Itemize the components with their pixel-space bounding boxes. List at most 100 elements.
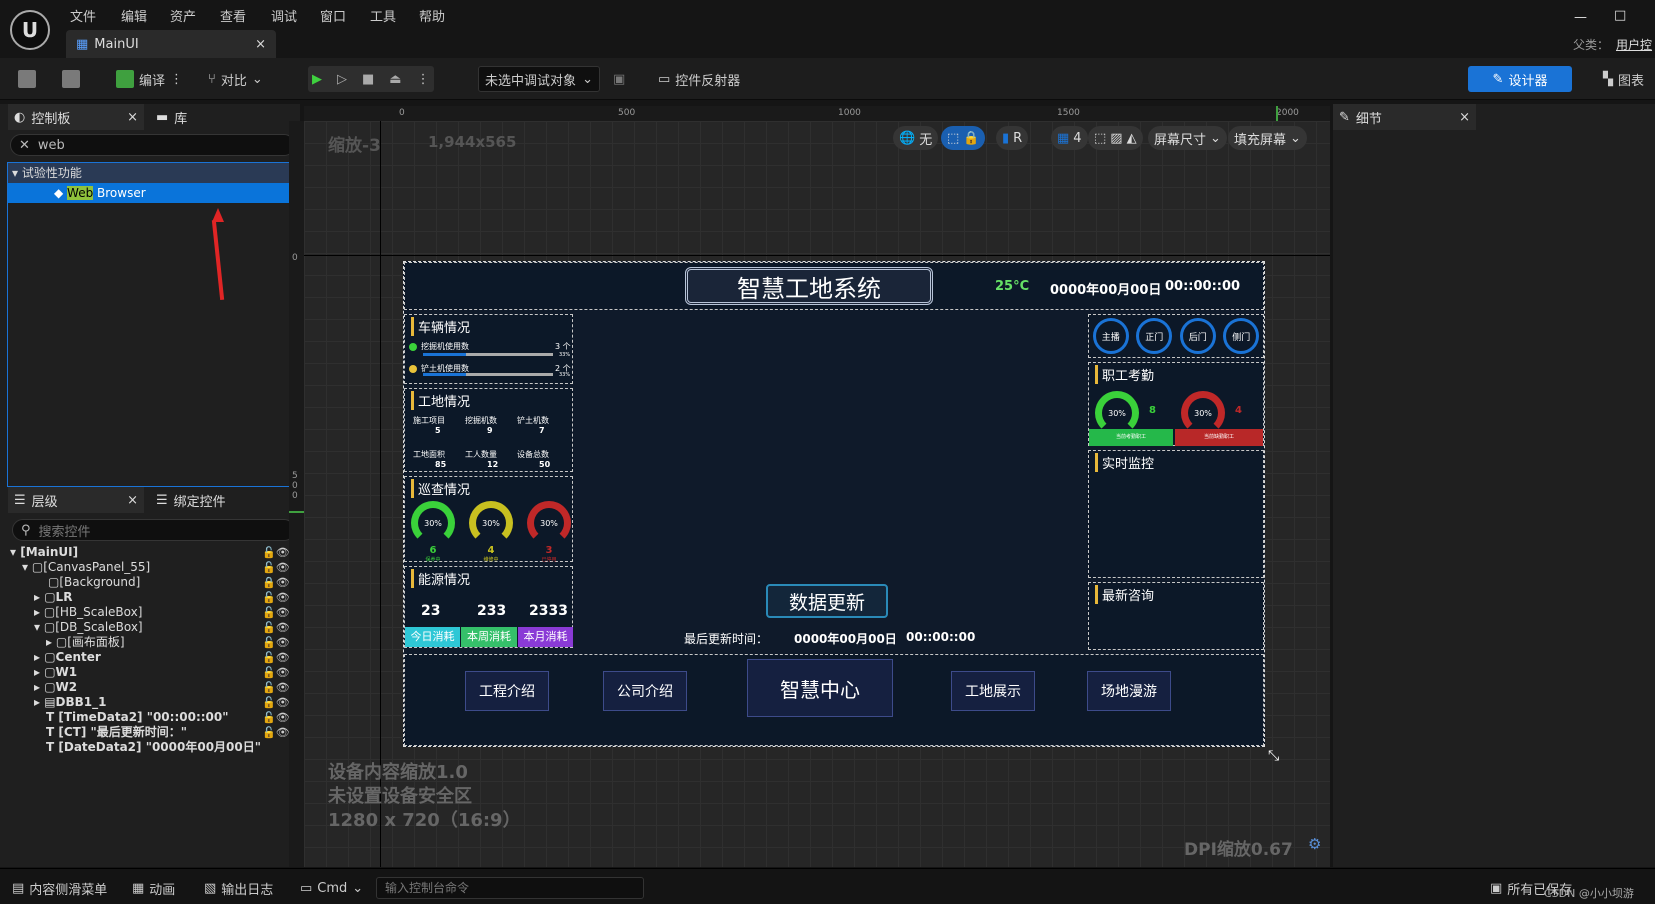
palette-search-input[interactable]: ✕ web <box>10 134 295 156</box>
stat-label: 铲土机数 <box>517 416 549 425</box>
camera-side-button[interactable]: 侧门 <box>1223 318 1260 354</box>
find-debug-icon[interactable]: ▣ <box>613 72 625 87</box>
debug-object-select[interactable]: 未选中调试对象 ⌄ <box>478 66 600 92</box>
camera-main-button[interactable]: 主播 <box>1092 318 1129 354</box>
lock-toggle[interactable]: ⬚ 🔒 <box>941 126 986 150</box>
respect-locks-toggle[interactable]: ▮ R <box>996 126 1029 150</box>
gear-icon[interactable]: ⚙ <box>1308 835 1321 853</box>
console-input[interactable]: 输入控制台命令 <box>376 877 644 899</box>
camera-back-button[interactable]: 后门 <box>1179 318 1216 354</box>
unreal-logo-icon[interactable]: U <box>10 10 50 50</box>
camera-front-button[interactable]: 正门 <box>1136 318 1173 354</box>
menu-file[interactable]: 文件 <box>70 6 96 25</box>
tab-bind-widgets[interactable]: ☰ 绑定控件 <box>156 487 226 513</box>
tab-hierarchy[interactable]: ☰ 层级 × <box>8 487 144 513</box>
tree-item[interactable]: ▸ ▤DBB1_1 <box>10 695 300 710</box>
grid-snap-toggle[interactable]: ▦ 4 <box>1051 126 1088 150</box>
nav-site-display-button[interactable]: 工地展示 <box>951 671 1035 711</box>
select-icon: ⬚ <box>1094 130 1107 146</box>
animation-button[interactable]: ▦ 动画 <box>132 877 175 899</box>
tool-icons[interactable]: ⬚ ▨ ◭ <box>1088 126 1143 150</box>
palette-item-label: Browser <box>93 186 146 200</box>
cmd-dropdown[interactable]: ▭ Cmd ⌄ <box>300 877 363 899</box>
minimize-icon[interactable]: — <box>1574 10 1587 25</box>
nav-site-tour-button[interactable]: 场地漫游 <box>1087 671 1171 711</box>
hierarchy-search-input[interactable]: ⚲ 搜索控件 <box>12 519 295 541</box>
browse-button[interactable] <box>62 66 80 92</box>
menu-view[interactable]: 查看 <box>220 6 246 25</box>
screen-size-dropdown[interactable]: 屏幕尺寸 ⌄ <box>1148 126 1227 150</box>
image-icon: ▨ <box>1110 130 1123 146</box>
category-row[interactable]: ▾ 试验性功能 <box>8 163 298 183</box>
nav-company-intro-button[interactable]: 公司介绍 <box>603 671 687 711</box>
step-icon[interactable]: ▷ <box>337 72 347 87</box>
designer-viewport[interactable]: 缩放-3 1,944x565 🌐 无 ⬚ 🔒 ▮ R ▦ 4 ⬚ ▨ ◭ 屏幕尺寸 ⌄ 填充屏… <box>304 121 1330 867</box>
hierarchy-tab-label: 层级 <box>31 494 58 510</box>
ruler-label: 0 <box>292 253 298 263</box>
play-controls: ▶ ▷ ■ ⏏ ⋮ <box>308 66 434 92</box>
menu-tools[interactable]: 工具 <box>370 6 396 25</box>
tree-item[interactable]: ▸ ▢W1 <box>10 665 300 680</box>
cmd-label: Cmd <box>317 880 348 896</box>
tree-item[interactable]: ▸ ▢W2 <box>10 680 300 695</box>
close-icon[interactable]: × <box>127 110 138 125</box>
localization-toggle[interactable]: 🌐 无 <box>893 126 939 150</box>
tree-item[interactable]: ▾ ▢[CanvasPanel_55] <box>10 560 300 575</box>
site-stat: 铲土机数 7 <box>517 415 569 435</box>
tree-item[interactable]: ▢[Background] <box>10 575 300 590</box>
clear-icon[interactable]: ✕ <box>19 138 30 153</box>
tree-item[interactable]: T [DateData2] "0000年00月00日" <box>10 740 300 755</box>
palette-item-web-browser[interactable]: ◆ Web Browser <box>8 183 298 203</box>
resize-handle-icon[interactable]: ⤡ <box>1268 748 1279 764</box>
tree-item[interactable]: ▸ ▢[画布面板] <box>10 635 300 650</box>
menu-help[interactable]: 帮助 <box>419 6 445 25</box>
nav-project-intro-button[interactable]: 工程介绍 <box>465 671 549 711</box>
widget-icon: ◆ <box>54 186 68 200</box>
more-options-icon[interactable]: ⋮ <box>170 72 183 87</box>
tab-palette[interactable]: ◐ 控制板 × <box>8 104 144 130</box>
maximize-icon[interactable]: □ <box>1614 8 1626 23</box>
tree-item[interactable]: T [TimeData2] "00::00::00" <box>10 710 300 725</box>
play-options-icon[interactable]: ⋮ <box>417 72 430 87</box>
tree-item[interactable]: ▸ ▢Center <box>10 650 300 665</box>
tree-item[interactable]: ▸ ▢LR <box>10 590 300 605</box>
designer-button[interactable]: ✎ 设计器 <box>1468 66 1572 92</box>
data-update-button[interactable]: 数据更新 <box>766 584 888 618</box>
graph-button[interactable]: ▚ 图表 <box>1603 66 1644 92</box>
menu-edit[interactable]: 编辑 <box>121 6 147 25</box>
tab-details[interactable]: ✎ 细节 × <box>1333 104 1476 130</box>
chevron-down-icon: ⌄ <box>251 71 263 87</box>
save-button[interactable] <box>18 66 36 92</box>
tree-item[interactable]: ▾ [MainUI] <box>10 545 300 560</box>
tree-item[interactable]: T [CT] "最后更新时间：" <box>10 725 300 740</box>
diff-label: 对比 <box>220 73 247 89</box>
compile-button[interactable]: 编译 ⋮ <box>116 66 183 92</box>
close-tab-icon[interactable]: × <box>255 37 266 52</box>
dashboard-canvas[interactable]: 智慧工地系统 25°C 0000年00月00日 00::00::00 车辆情况 … <box>403 261 1279 764</box>
menu-window[interactable]: 窗口 <box>320 6 346 25</box>
fill-screen-label: 填充屏幕 <box>1234 132 1287 148</box>
tab-library[interactable]: ▬ 库 <box>156 104 187 130</box>
menu-debug[interactable]: 调试 <box>271 6 297 25</box>
content-drawer-button[interactable]: ▤ 内容侧滑菜单 <box>12 877 107 899</box>
eject-icon[interactable]: ⏏ <box>389 72 401 87</box>
fill-screen-dropdown[interactable]: 填充屏幕 ⌄ <box>1228 126 1307 150</box>
diff-button[interactable]: ⑂ 对比 ⌄ <box>208 66 263 92</box>
widget-reflector-button[interactable]: ▭ 控件反射器 <box>658 66 740 92</box>
output-log-button[interactable]: ▧ 输出日志 <box>204 877 273 899</box>
tree-item[interactable]: ▸ ▢[HB_ScaleBox] <box>10 605 300 620</box>
close-icon[interactable]: × <box>127 493 138 508</box>
tree-item[interactable]: ▾ ▢[DB_ScaleBox] <box>10 620 300 635</box>
last-update-label: 最后更新时间： <box>684 632 769 646</box>
parent-class-link[interactable]: 用户控 <box>1616 36 1652 53</box>
close-icon[interactable]: × <box>1459 110 1470 125</box>
stop-icon[interactable]: ■ <box>362 72 374 87</box>
panel-title: 最新咨询 <box>1095 585 1154 604</box>
content-drawer-icon: ▤ <box>12 880 25 896</box>
chevron-down-icon: ⌄ <box>1290 130 1301 146</box>
hierarchy-panel: ☰ 层级 × ☰ 绑定控件 ⚲ 搜索控件 ▾ [MainUI] ▾ ▢[CanvasPa… <box>0 487 300 867</box>
play-icon[interactable]: ▶ <box>312 72 322 87</box>
menu-asset[interactable]: 资产 <box>170 6 196 25</box>
document-tab[interactable]: ▦ MainUI × <box>66 30 276 58</box>
nav-smart-center-button[interactable]: 智慧中心 <box>747 659 893 717</box>
